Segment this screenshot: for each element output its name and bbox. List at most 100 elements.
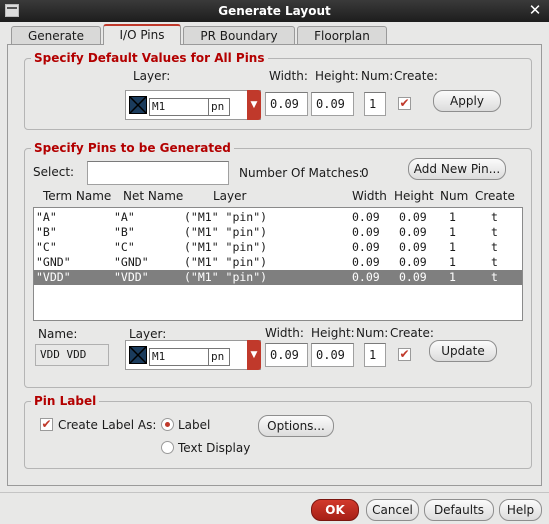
edit-layer-label: Layer: xyxy=(129,327,167,341)
width-cell: 0.09 xyxy=(352,270,380,284)
defaults-height-field[interactable]: 0.09 xyxy=(311,92,354,116)
col-width[interactable]: Width xyxy=(352,189,387,203)
table-row[interactable]: "A" "A" ("M1" "pin") 0.09 0.09 1 t xyxy=(34,210,522,225)
radio-label-text: Label xyxy=(178,418,211,432)
width-cell: 0.09 xyxy=(352,255,380,269)
table-row-selected[interactable]: "VDD" "VDD" ("M1" "pin") 0.09 0.09 1 t xyxy=(34,270,522,285)
checkmark-icon: ✔ xyxy=(399,347,410,361)
create-cell: t xyxy=(491,270,498,284)
col-num[interactable]: Num xyxy=(440,189,468,203)
edit-name-field: VDD VDD xyxy=(35,344,109,366)
ok-button[interactable]: OK xyxy=(311,499,359,521)
defaults-button[interactable]: Defaults xyxy=(424,499,494,521)
matches-label: Number Of Matches: xyxy=(239,166,363,180)
create-cell: t xyxy=(491,225,498,239)
pins-list[interactable]: "A" "A" ("M1" "pin") 0.09 0.09 1 t "B" "… xyxy=(33,207,523,321)
radio-text-display[interactable] xyxy=(161,441,174,454)
term-cell: "B" xyxy=(36,225,57,239)
defaults-num-field[interactable]: 1 xyxy=(364,92,386,116)
tab-pr-boundary[interactable]: PR Boundary xyxy=(183,26,295,44)
layer-cell: ("M1" "pin") xyxy=(184,225,268,239)
radio-label[interactable] xyxy=(161,418,174,431)
defaults-width-label: Width: xyxy=(269,69,308,83)
tab-io-pins[interactable]: I/O Pins xyxy=(103,24,181,45)
edit-height-field[interactable]: 0.09 xyxy=(311,343,354,367)
cancel-button[interactable]: Cancel xyxy=(366,499,419,521)
tab-generate[interactable]: Generate xyxy=(11,26,101,44)
edit-create-label: Create: xyxy=(390,326,434,340)
create-label-checkbox[interactable]: ✔ xyxy=(40,418,53,431)
term-cell: "A" xyxy=(36,210,57,224)
height-cell: 0.09 xyxy=(399,225,427,239)
height-cell: 0.09 xyxy=(399,255,427,269)
defaults-layer-select[interactable]: M1 pn ▼ xyxy=(125,90,261,120)
defaults-num-label: Num: xyxy=(361,69,394,83)
num-cell: 1 xyxy=(449,270,456,284)
defaults-layer-label: Layer: xyxy=(133,69,171,83)
close-icon[interactable]: ✕ xyxy=(527,2,543,18)
select-input[interactable] xyxy=(87,161,229,185)
edit-height-label: Height: xyxy=(311,326,355,340)
net-cell: "C" xyxy=(114,240,135,254)
height-cell: 0.09 xyxy=(399,240,427,254)
layer-cell: ("M1" "pin") xyxy=(184,255,268,269)
defaults-create-checkbox[interactable]: ✔ xyxy=(398,97,411,110)
radio-text-display-text: Text Display xyxy=(178,441,251,455)
net-cell: "B" xyxy=(114,225,135,239)
table-row[interactable]: "GND" "GND" ("M1" "pin") 0.09 0.09 1 t xyxy=(34,255,522,270)
select-label: Select: xyxy=(33,165,75,179)
defaults-layer-name: M1 xyxy=(149,98,209,116)
edit-num-label: Num: xyxy=(356,326,389,340)
tab-floorplan[interactable]: Floorplan xyxy=(297,26,387,44)
create-cell: t xyxy=(491,240,498,254)
update-button[interactable]: Update xyxy=(429,340,497,362)
pins-group-title: Specify Pins to be Generated xyxy=(31,141,234,155)
table-row[interactable]: "B" "B" ("M1" "pin") 0.09 0.09 1 t xyxy=(34,225,522,240)
col-net-name[interactable]: Net Name xyxy=(123,189,183,203)
help-button[interactable]: Help xyxy=(499,499,542,521)
window-title: Generate Layout xyxy=(218,4,331,18)
create-cell: t xyxy=(491,255,498,269)
term-cell: "C" xyxy=(36,240,57,254)
edit-layer-name: M1 xyxy=(149,348,209,366)
create-cell: t xyxy=(491,210,498,224)
defaults-height-label: Height: xyxy=(315,69,359,83)
table-row[interactable]: "C" "C" ("M1" "pin") 0.09 0.09 1 t xyxy=(34,240,522,255)
defaults-group-title: Specify Default Values for All Pins xyxy=(31,51,268,65)
edit-layer-select[interactable]: M1 pn ▼ xyxy=(125,340,261,370)
add-new-pin-button[interactable]: Add New Pin... xyxy=(408,158,506,180)
col-create[interactable]: Create xyxy=(475,189,515,203)
matches-count: 0 xyxy=(361,166,369,180)
num-cell: 1 xyxy=(449,225,456,239)
defaults-width-field[interactable]: 0.09 xyxy=(265,92,308,116)
checkmark-icon: ✔ xyxy=(399,96,410,110)
height-cell: 0.09 xyxy=(399,210,427,224)
num-cell: 1 xyxy=(449,240,456,254)
term-cell: "VDD" xyxy=(36,270,71,284)
num-cell: 1 xyxy=(449,210,456,224)
title-bar: Generate Layout ✕ xyxy=(0,0,549,22)
defaults-create-label: Create: xyxy=(394,69,438,83)
edit-num-field[interactable]: 1 xyxy=(364,343,386,367)
width-cell: 0.09 xyxy=(352,210,380,224)
options-button[interactable]: Options... xyxy=(258,415,334,437)
width-cell: 0.09 xyxy=(352,225,380,239)
layer-swatch-icon xyxy=(129,346,147,364)
layer-cell: ("M1" "pin") xyxy=(184,240,268,254)
edit-width-field[interactable]: 0.09 xyxy=(265,343,308,367)
pin-label-group-title: Pin Label xyxy=(31,394,100,408)
edit-create-checkbox[interactable]: ✔ xyxy=(398,348,411,361)
dropdown-arrow-icon[interactable]: ▼ xyxy=(247,90,261,120)
defaults-layer-purpose: pn xyxy=(208,98,230,116)
col-height[interactable]: Height xyxy=(394,189,434,203)
apply-button[interactable]: Apply xyxy=(433,90,501,112)
height-cell: 0.09 xyxy=(399,270,427,284)
checkmark-icon: ✔ xyxy=(41,417,52,431)
col-layer[interactable]: Layer xyxy=(213,189,246,203)
edit-layer-purpose: pn xyxy=(208,348,230,366)
net-cell: "VDD" xyxy=(114,270,149,284)
net-cell: "A" xyxy=(114,210,135,224)
footer-divider xyxy=(0,492,549,493)
col-term-name[interactable]: Term Name xyxy=(43,189,111,203)
dropdown-arrow-icon[interactable]: ▼ xyxy=(247,340,261,370)
